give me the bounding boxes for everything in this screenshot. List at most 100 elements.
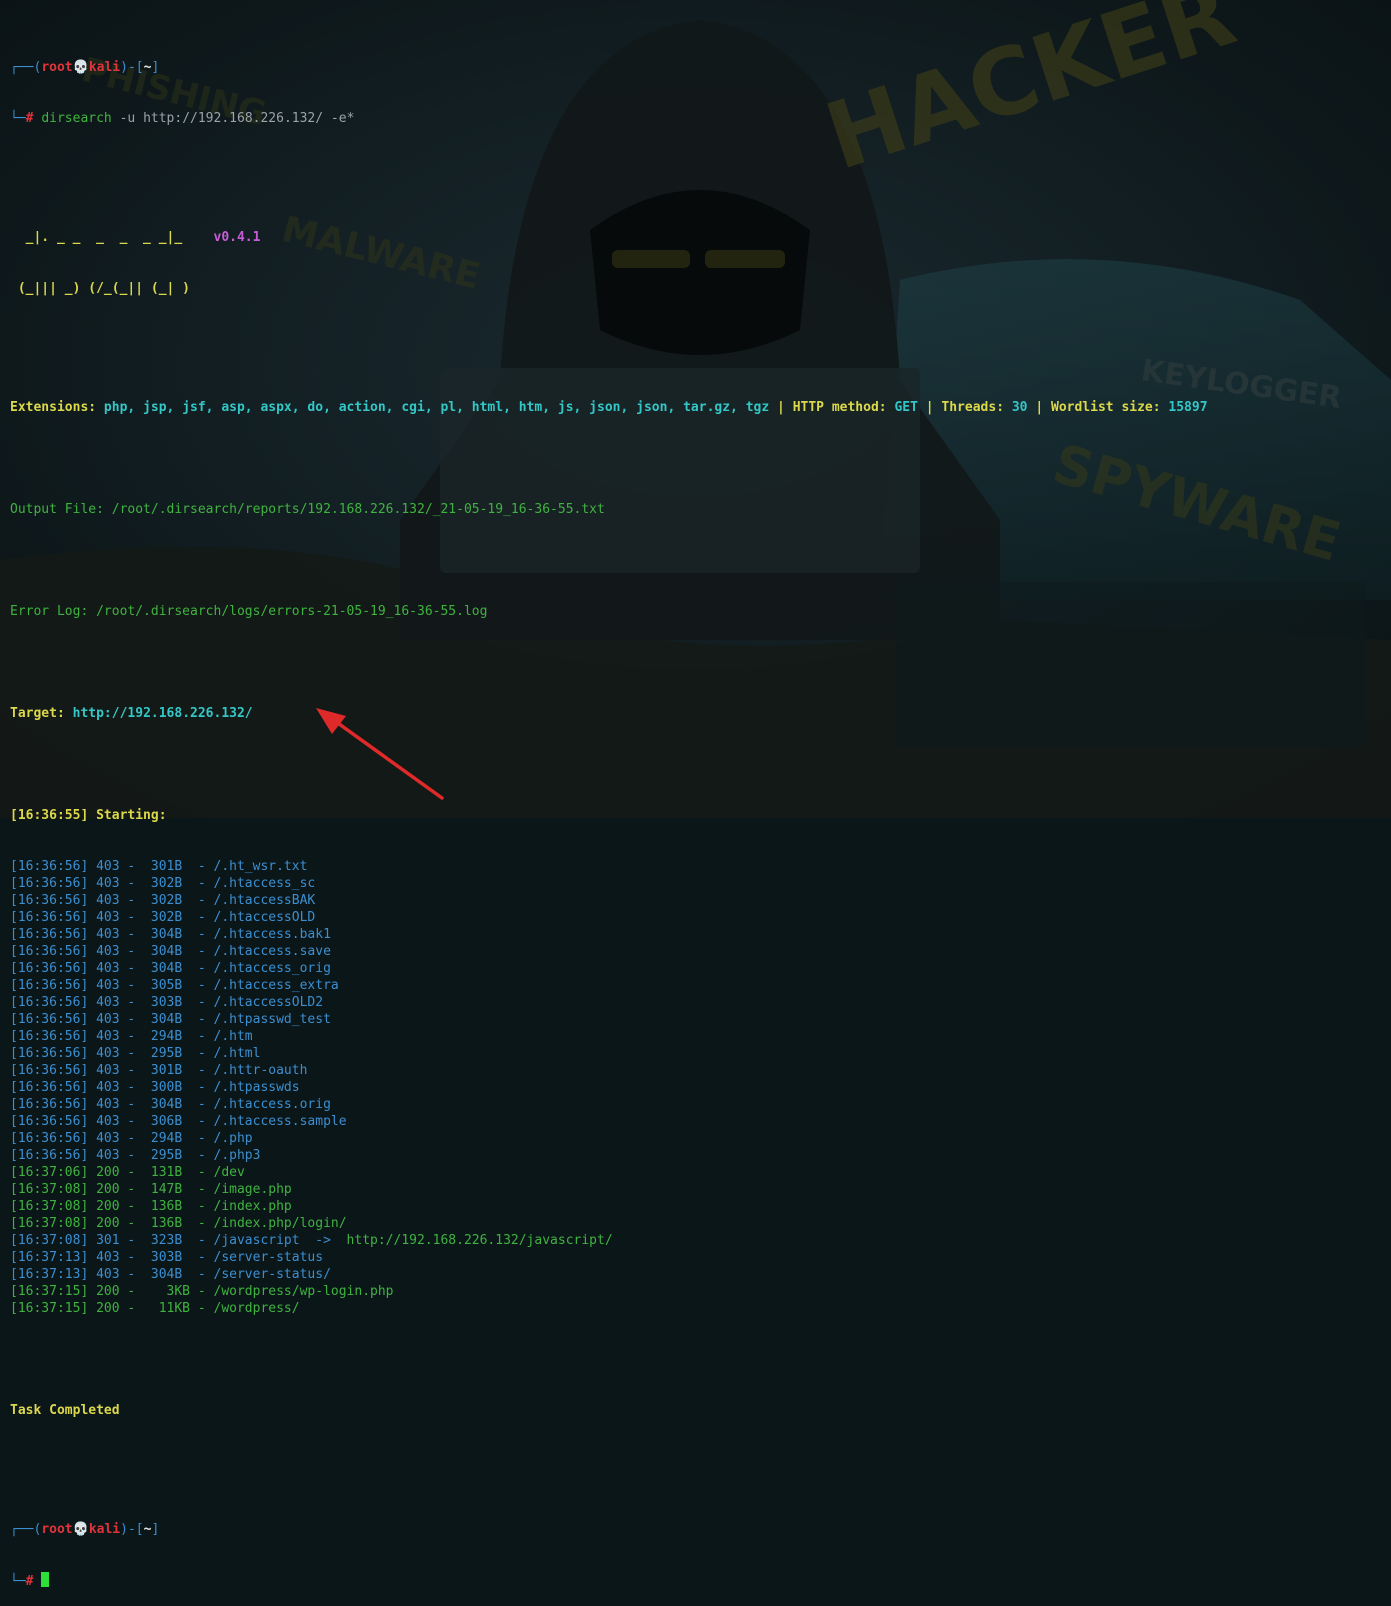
- results-list: [16:36:56] 403 - 301B - /.ht_wsr.txt [16:…: [10, 858, 1208, 1317]
- result-text: [16:36:56] 403 - 303B - /.htaccessOLD2: [10, 995, 324, 1010]
- wordlist-label: Wordlist size:: [1051, 400, 1169, 415]
- result-row: [16:37:08] 200 - 147B - /image.php: [10, 1181, 1208, 1198]
- banner-art-2: (_||| _) (/_(_|| (_| ): [10, 281, 214, 296]
- threads-label: Threads:: [941, 400, 1012, 415]
- result-text: [16:36:56] 403 - 306B - /.htaccess.sampl…: [10, 1114, 347, 1129]
- result-text: [16:37:15] 200 - 3KB - /wordpress/wp-log…: [10, 1284, 394, 1299]
- result-text: [16:36:56] 403 - 301B - /.ht_wsr.txt: [10, 859, 308, 874]
- result-row: [16:36:56] 403 - 294B - /.htm: [10, 1028, 1208, 1045]
- result-row: [16:37:15] 200 - 3KB - /wordpress/wp-log…: [10, 1283, 1208, 1300]
- wordlist-value: 15897: [1168, 400, 1208, 415]
- result-text: [16:37:13] 403 - 304B - /server-status/: [10, 1267, 331, 1282]
- banner-row-1: _|. _ _ _ _ _ _|_ v0.4.1: [10, 229, 1208, 246]
- command-line: └─# dirsearch -u http://192.168.226.132/…: [10, 110, 1208, 127]
- starting-line: [16:36:55] Starting:: [10, 808, 167, 823]
- extensions-label: Extensions:: [10, 400, 104, 415]
- command-args: -u http://192.168.226.132/ -e*: [111, 111, 355, 126]
- prompt-corner-bottom: └─: [10, 1574, 26, 1589]
- prompt-separator: )-[: [120, 60, 144, 75]
- result-text: [16:36:56] 403 - 294B - /.php: [10, 1131, 253, 1146]
- result-text: [16:36:56] 403 - 300B - /.htpasswds: [10, 1080, 300, 1095]
- result-text: [16:36:56] 403 - 295B - /.html: [10, 1046, 261, 1061]
- output-file-line: Output File: /root/.dirsearch/reports/19…: [10, 502, 605, 517]
- banner-art-1: _|. _ _ _ _ _ _|_: [10, 230, 214, 245]
- terminal-output[interactable]: ┌──(root💀kali)-[~] └─# dirsearch -u http…: [10, 8, 1208, 1606]
- result-text: [16:36:56] 403 - 294B - /.htm: [10, 1029, 253, 1044]
- prompt-cwd-close: ]: [151, 1522, 160, 1537]
- redirect-url: http://192.168.226.132/javascript/: [346, 1233, 613, 1248]
- prompt-corner-top: ┌──(: [10, 60, 42, 75]
- result-row: [16:36:56] 403 - 302B - /.htaccess_sc: [10, 875, 1208, 892]
- task-completed-line: Task Completed: [10, 1403, 120, 1418]
- result-text: [16:37:06] 200 - 131B - /dev: [10, 1165, 245, 1180]
- prompt-cwd: ~: [143, 1522, 152, 1537]
- separator: |: [917, 400, 942, 415]
- result-text: [16:36:56] 403 - 302B - /.htaccessBAK: [10, 893, 316, 908]
- result-text: [16:36:56] 403 - 302B - /.htaccessOLD: [10, 910, 316, 925]
- target-label: Target:: [10, 706, 73, 721]
- result-text: [16:36:56] 403 - 305B - /.htaccess_extra: [10, 978, 339, 993]
- result-row: [16:36:56] 403 - 304B - /.htaccess_orig: [10, 960, 1208, 977]
- skull-icon: 💀: [72, 60, 89, 75]
- result-text: [16:36:56] 403 - 304B - /.htpasswd_test: [10, 1012, 331, 1027]
- prompt-corner-top: ┌──(: [10, 1522, 42, 1537]
- result-row: [16:36:56] 403 - 300B - /.htpasswds: [10, 1079, 1208, 1096]
- target-line: Target: http://192.168.226.132/: [10, 705, 1208, 722]
- annotation-arrow-icon: [316, 708, 444, 800]
- result-text: [16:37:08] 200 - 136B - /index.php: [10, 1199, 292, 1214]
- result-row: [16:36:56] 403 - 305B - /.htaccess_extra: [10, 977, 1208, 994]
- result-row: [16:37:13] 403 - 304B - /server-status/: [10, 1266, 1208, 1283]
- prompt-user: root: [41, 60, 73, 75]
- result-row: [16:36:56] 403 - 304B - /.htpasswd_test: [10, 1011, 1208, 1028]
- result-row: [16:36:56] 403 - 295B - /.php3: [10, 1147, 1208, 1164]
- prompt-host: kali: [88, 1522, 121, 1537]
- result-text: [16:36:56] 403 - 295B - /.php3: [10, 1148, 261, 1163]
- result-text: [16:37:08] 200 - 136B - /index.php/login…: [10, 1216, 347, 1231]
- result-row: [16:36:56] 403 - 304B - /.htaccess.orig: [10, 1096, 1208, 1113]
- command-name: dirsearch: [41, 111, 112, 126]
- result-row: [16:36:56] 403 - 294B - /.php: [10, 1130, 1208, 1147]
- prompt-user: root: [41, 1522, 73, 1537]
- result-row: [16:37:15] 200 - 11KB - /wordpress/: [10, 1300, 1208, 1317]
- result-row: [16:36:56] 403 - 304B - /.htaccess.bak1: [10, 926, 1208, 943]
- separator: |: [769, 400, 793, 415]
- result-row: [16:37:08] 200 - 136B - /index.php/login…: [10, 1215, 1208, 1232]
- command-input-line[interactable]: └─#: [10, 1572, 1208, 1589]
- skull-icon: 💀: [72, 1522, 89, 1537]
- prompt-line-top-2: ┌──(root💀kali)-[~]: [10, 1521, 1208, 1538]
- prompt-hash: #: [25, 1574, 34, 1589]
- result-text: [16:37:15] 200 - 11KB - /wordpress/: [10, 1301, 300, 1316]
- banner-version: v0.4.1: [213, 230, 261, 245]
- prompt-host: kali: [88, 60, 121, 75]
- result-text: [16:37:08] 301 - 323B - /javascript ->: [10, 1233, 347, 1248]
- target-url: http://192.168.226.132/: [72, 706, 253, 721]
- result-row: [16:36:56] 403 - 306B - /.htaccess.sampl…: [10, 1113, 1208, 1130]
- prompt-separator: )-[: [120, 1522, 144, 1537]
- result-row: [16:37:06] 200 - 131B - /dev: [10, 1164, 1208, 1181]
- result-row: [16:36:56] 403 - 304B - /.htaccess.save: [10, 943, 1208, 960]
- result-row: [16:37:13] 403 - 303B - /server-status: [10, 1249, 1208, 1266]
- method-value: GET: [894, 400, 918, 415]
- result-text: [16:36:56] 403 - 304B - /.htaccess.bak1: [10, 927, 331, 942]
- result-row: [16:36:56] 403 - 302B - /.htaccessBAK: [10, 892, 1208, 909]
- banner-row-2: (_||| _) (/_(_|| (_| ): [10, 280, 1208, 297]
- result-row: [16:37:08] 301 - 323B - /javascript -> h…: [10, 1232, 1208, 1249]
- extensions-value: php, jsp, jsf, asp, aspx, do, action, cg…: [103, 400, 770, 415]
- result-text: [16:36:56] 403 - 301B - /.httr-oauth: [10, 1063, 308, 1078]
- text-cursor[interactable]: [41, 1572, 50, 1587]
- result-text: [16:36:56] 403 - 302B - /.htaccess_sc: [10, 876, 316, 891]
- result-text: [16:36:56] 403 - 304B - /.htaccess.orig: [10, 1097, 331, 1112]
- result-text: [16:36:56] 403 - 304B - /.htaccess.save: [10, 944, 331, 959]
- result-row: [16:36:56] 403 - 301B - /.ht_wsr.txt: [10, 858, 1208, 875]
- error-log-line: Error Log: /root/.dirsearch/logs/errors-…: [10, 604, 488, 619]
- result-row: [16:37:08] 200 - 136B - /index.php: [10, 1198, 1208, 1215]
- prompt-cwd-close: ]: [151, 60, 160, 75]
- prompt-line-top: ┌──(root💀kali)-[~]: [10, 59, 1208, 76]
- result-text: [16:36:56] 403 - 304B - /.htaccess_orig: [10, 961, 331, 976]
- result-row: [16:36:56] 403 - 302B - /.htaccessOLD: [10, 909, 1208, 926]
- threads-value: 30: [1011, 400, 1028, 415]
- method-label: HTTP method:: [792, 400, 895, 415]
- result-text: [16:37:08] 200 - 147B - /image.php: [10, 1182, 292, 1197]
- result-text: [16:37:13] 403 - 303B - /server-status: [10, 1250, 324, 1265]
- extensions-line: Extensions: php, jsp, jsf, asp, aspx, do…: [10, 399, 1208, 416]
